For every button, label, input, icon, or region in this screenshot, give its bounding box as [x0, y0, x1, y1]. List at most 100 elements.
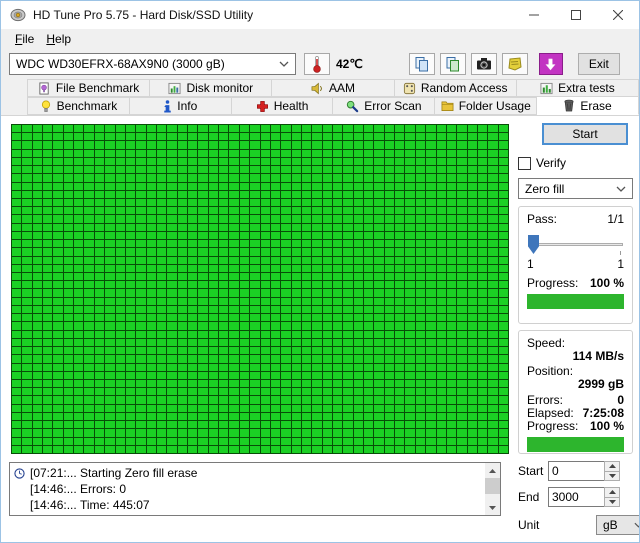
menu-file[interactable]: File: [9, 30, 40, 48]
start-spin-down-icon[interactable]: [605, 472, 619, 481]
verify-label: Verify: [536, 156, 566, 170]
pass-max: 1: [617, 258, 624, 271]
temperature-button[interactable]: [304, 53, 330, 75]
pass-slider[interactable]: [527, 235, 624, 255]
erase-mode-select[interactable]: Zero fill: [518, 178, 633, 199]
copy-icon: [414, 56, 430, 72]
hd-tune-window: HD Tune Pro 5.75 - Hard Disk/SSD Utility…: [0, 0, 640, 543]
benchmark-icon: [40, 100, 52, 113]
position-value: 2999 gB: [527, 378, 624, 391]
end-input[interactable]: [548, 487, 604, 507]
tab-error-scan[interactable]: Error Scan: [333, 97, 435, 115]
erase-icon: [563, 99, 575, 112]
toolbar-icons: [409, 53, 528, 75]
pass-min: 1: [527, 258, 534, 271]
drive-selector-value: WDC WD30EFRX-68AX9N0 (3000 gB): [16, 57, 279, 71]
tab-benchmark[interactable]: Benchmark: [27, 97, 130, 115]
save-image-button[interactable]: [539, 53, 563, 75]
file-benchmark-icon: [38, 82, 51, 95]
scroll-thumb[interactable]: [485, 478, 500, 494]
tab-folder-usage[interactable]: Folder Usage: [435, 97, 537, 115]
tab-erase[interactable]: Erase: [537, 96, 639, 115]
start-button[interactable]: Start: [542, 123, 628, 145]
end-spinner[interactable]: [604, 487, 620, 507]
tab-random-access[interactable]: Random Access: [395, 79, 517, 97]
menu-help[interactable]: Help: [40, 30, 77, 48]
start-spin-up-icon[interactable]: [605, 462, 619, 472]
download-arrow-icon: [544, 58, 557, 71]
log-scrollbar[interactable]: [485, 463, 500, 515]
log-row[interactable]: [14:46:... Errors: 0: [10, 481, 485, 497]
tab-row-2: Benchmark Info Health: [27, 97, 639, 115]
save-text-button[interactable]: [502, 53, 528, 75]
chevron-down-icon: [279, 61, 289, 67]
total-progress-bar: [527, 437, 624, 452]
camera-icon: [476, 57, 492, 71]
window-chrome: File Help WDC WD30EFRX-68AX9N0 (3000 gB)…: [1, 29, 639, 115]
temperature-value: 42℃: [336, 57, 363, 71]
scroll-down-icon[interactable]: [485, 500, 500, 515]
copy-screenshot-button[interactable]: [440, 53, 466, 75]
start-spinner[interactable]: [604, 461, 620, 481]
tab-extra-tests[interactable]: Extra tests: [517, 79, 639, 97]
health-icon: [256, 100, 269, 113]
log-listbox[interactable]: [07:21:... Starting Zero fill erase [14:…: [9, 462, 501, 516]
unit-value: gB: [603, 518, 634, 532]
chevron-down-icon: [616, 186, 626, 192]
speed-value: 114 MB/s: [527, 350, 624, 363]
verify-checkbox[interactable]: [518, 157, 531, 170]
exit-button[interactable]: Exit: [578, 53, 620, 75]
app-icon: [10, 7, 26, 23]
close-button[interactable]: [597, 1, 639, 29]
close-icon: [613, 10, 623, 20]
maximize-button[interactable]: [555, 1, 597, 29]
title-bar: HD Tune Pro 5.75 - Hard Disk/SSD Utility: [1, 1, 639, 29]
range-end-row: End: [518, 487, 620, 507]
start-label: Start: [518, 464, 548, 478]
total-progress-label: Progress:: [527, 420, 578, 433]
pass-slider-track[interactable]: [528, 243, 623, 246]
range-start-row: Start: [518, 461, 620, 481]
pass-slider-thumb[interactable]: [528, 235, 539, 254]
tab-disk-monitor[interactable]: Disk monitor: [150, 79, 272, 97]
status-groupbox: Speed: 114 MB/s Position: 2999 gB Errors…: [518, 330, 633, 454]
log-row[interactable]: [14:46:... Time: 445:07: [10, 497, 485, 513]
erase-block-map: [11, 124, 509, 454]
menu-bar: File Help: [1, 29, 639, 49]
end-spin-down-icon[interactable]: [605, 498, 619, 507]
scroll-up-icon[interactable]: [485, 463, 500, 478]
info-icon: [163, 100, 172, 113]
aam-icon: [311, 82, 324, 95]
start-input[interactable]: [548, 461, 604, 481]
toolbar: WDC WD30EFRX-68AX9N0 (3000 gB) 42℃: [1, 49, 639, 79]
unit-select[interactable]: gB: [596, 515, 640, 535]
unit-label: Unit: [518, 518, 548, 532]
minimize-button[interactable]: [513, 1, 555, 29]
pass-label: Pass:: [527, 213, 557, 226]
tab-file-benchmark[interactable]: File Benchmark: [27, 79, 150, 97]
pass-groupbox: Pass: 1/1 1 1 Progress: 100 %: [518, 206, 633, 324]
log-row[interactable]: [07:21:... Starting Zero fill erase: [10, 465, 485, 481]
pass-progress-label: Progress:: [527, 277, 578, 290]
range-unit-row: Unit gB: [518, 515, 640, 535]
verify-option[interactable]: Verify: [518, 156, 566, 170]
tab-info[interactable]: Info: [130, 97, 232, 115]
screenshot-button[interactable]: [471, 53, 497, 75]
tab-aam[interactable]: AAM: [272, 79, 394, 97]
thermometer-icon: [312, 55, 322, 73]
scroll-track[interactable]: [485, 478, 500, 500]
erase-tab-page: Start Verify Zero fill Pass: 1/1 1 1: [1, 115, 639, 542]
window-title: HD Tune Pro 5.75 - Hard Disk/SSD Utility: [33, 8, 253, 22]
pass-slider-tick: [620, 251, 621, 255]
drive-selector[interactable]: WDC WD30EFRX-68AX9N0 (3000 gB): [9, 53, 296, 75]
log-lines: [07:21:... Starting Zero fill erase [14:…: [10, 463, 485, 515]
copy-results-button[interactable]: [409, 53, 435, 75]
pass-progress-value: 100 %: [590, 277, 624, 290]
tab-health[interactable]: Health: [232, 97, 334, 115]
end-spin-up-icon[interactable]: [605, 488, 619, 498]
folder-usage-icon: [441, 100, 454, 112]
tab-row-1: File Benchmark Disk monitor: [27, 79, 639, 97]
chevron-down-icon: [634, 522, 640, 528]
pass-value: 1/1: [607, 213, 624, 226]
disk-monitor-icon: [168, 82, 181, 95]
